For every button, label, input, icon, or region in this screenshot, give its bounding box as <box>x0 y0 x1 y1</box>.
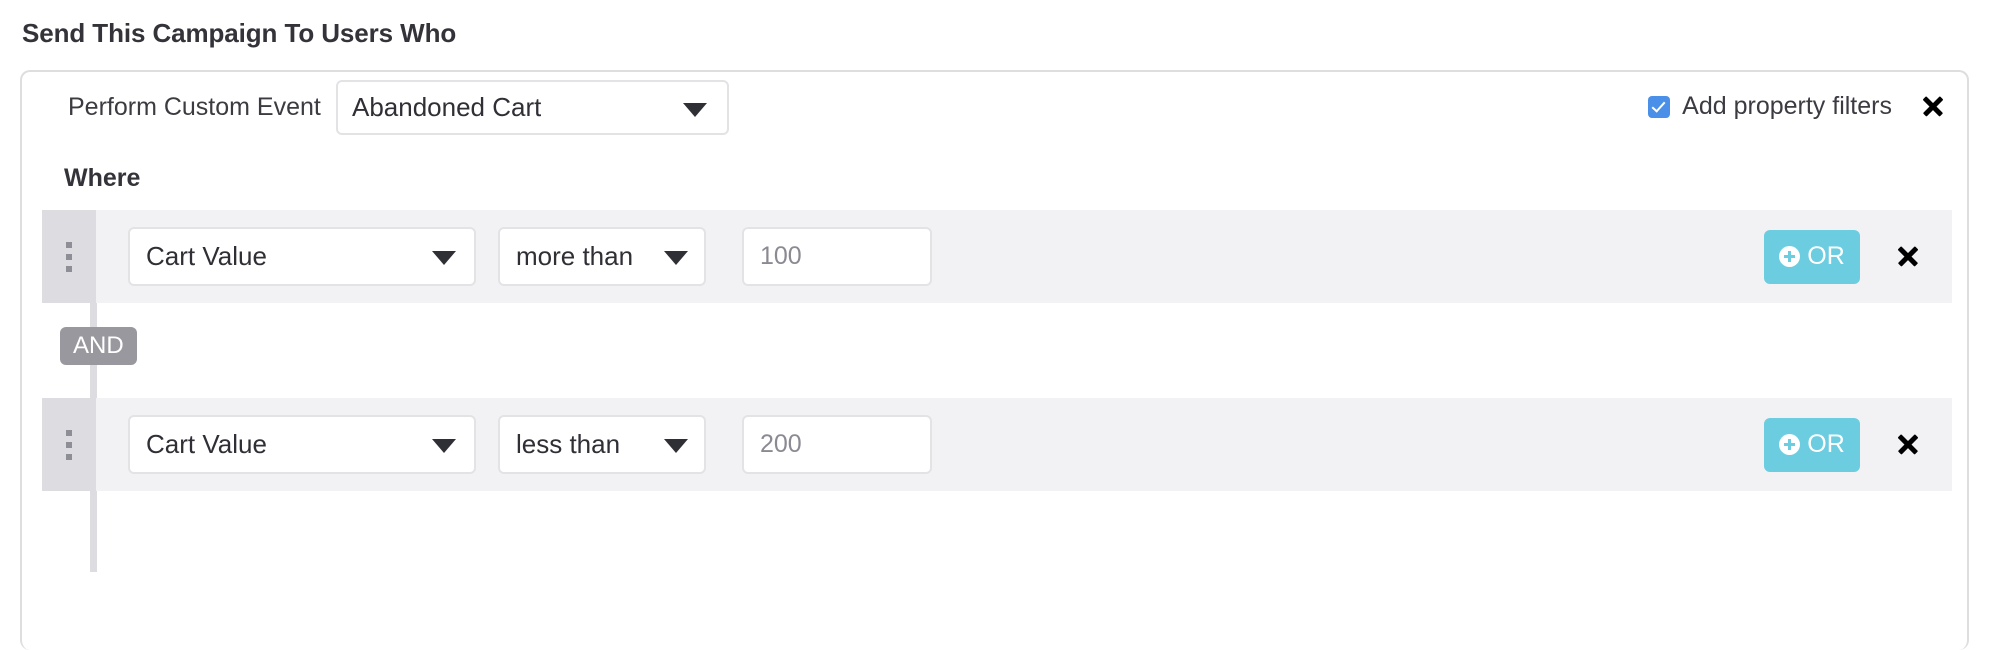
add-or-condition-label-1: OR <box>1807 430 1845 458</box>
filter-field-select-1[interactable]: Cart Value <box>128 415 476 474</box>
remove-filter-button-1[interactable] <box>1896 433 1920 457</box>
add-or-condition-button-1[interactable]: OR <box>1764 417 1860 472</box>
custom-event-select-value: Abandoned Cart <box>352 92 542 122</box>
filter-operator-value-0: more than <box>516 241 634 271</box>
plus-circle-icon <box>1779 246 1801 267</box>
add-property-filters-toggle[interactable]: Add property filters <box>1648 92 1892 121</box>
drag-handle-icon[interactable] <box>42 210 96 303</box>
chevron-down-icon <box>664 439 688 453</box>
add-property-filters-label: Add property filters <box>1682 92 1892 120</box>
chevron-down-icon <box>664 251 688 265</box>
filter-field-value-0: Cart Value <box>146 241 267 271</box>
chevron-down-icon <box>683 103 707 117</box>
chevron-down-icon <box>432 251 456 265</box>
add-or-condition-label-0: OR <box>1807 242 1845 270</box>
filter-operator-select-1[interactable]: less than <box>498 415 706 474</box>
add-or-condition-button-0[interactable]: OR <box>1764 229 1860 284</box>
table-row: Cart Value less than OR <box>42 398 1952 491</box>
where-label: Where <box>64 164 141 192</box>
filter-operator-value-1: less than <box>516 429 621 459</box>
drag-handle-icon[interactable] <box>42 398 96 491</box>
filter-field-select-0[interactable]: Cart Value <box>128 227 476 286</box>
add-property-filters-checkbox[interactable] <box>1648 95 1671 118</box>
filter-field-value-1: Cart Value <box>146 429 267 459</box>
remove-filter-button-0[interactable] <box>1896 245 1920 269</box>
filter-value-input-0[interactable] <box>742 227 932 286</box>
plus-circle-icon <box>1779 434 1801 455</box>
segment-condition-card: Perform Custom Event Abandoned Cart Add … <box>20 70 1969 650</box>
event-condition-row: Perform Custom Event Abandoned Cart Add … <box>22 72 1967 172</box>
table-row: Cart Value more than OR <box>42 210 1952 303</box>
filter-value-input-1[interactable] <box>742 415 932 474</box>
custom-event-select[interactable]: Abandoned Cart <box>336 80 729 135</box>
chevron-down-icon <box>432 439 456 453</box>
remove-event-condition-button[interactable] <box>1921 94 1945 118</box>
event-condition-label: Perform Custom Event <box>68 93 321 121</box>
filter-join-operator-badge[interactable]: AND <box>60 327 137 365</box>
filter-operator-select-0[interactable]: more than <box>498 227 706 286</box>
page-title: Send This Campaign To Users Who <box>22 18 457 48</box>
